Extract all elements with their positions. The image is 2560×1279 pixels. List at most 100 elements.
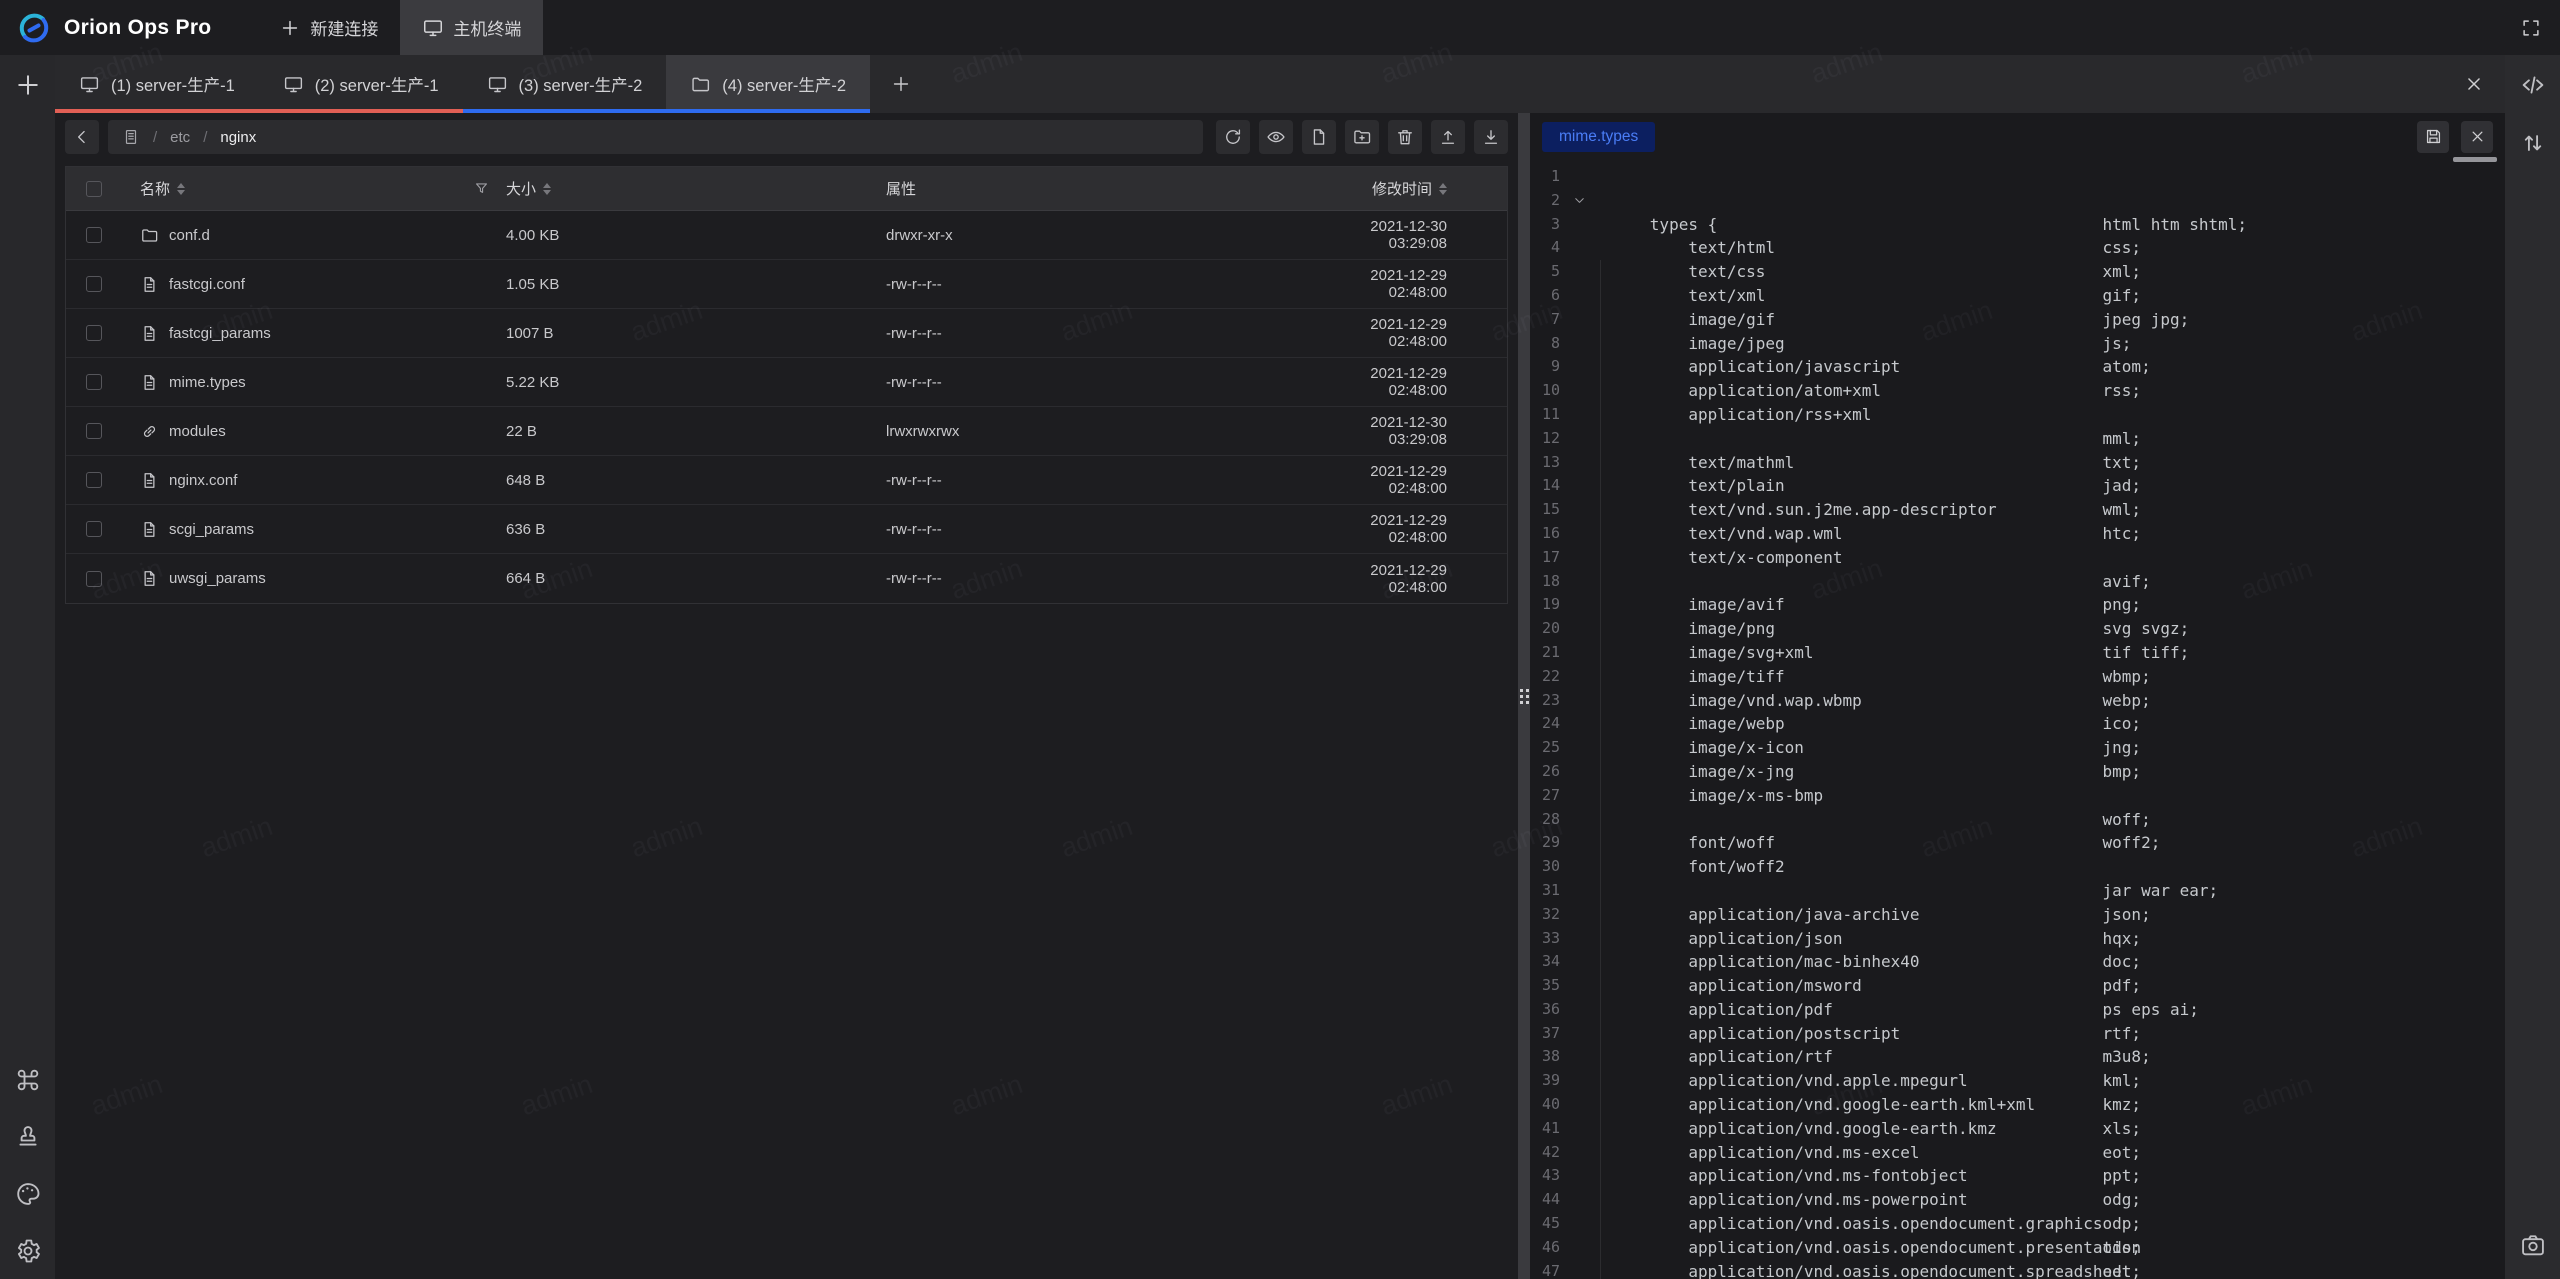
fold-toggle[interactable]	[1572, 1069, 1592, 1093]
editor-line[interactable]: 33 application/mac-binhex40 hqx;	[1530, 927, 2505, 951]
sort-carets-icon[interactable]	[543, 183, 551, 195]
editor-line[interactable]: 14 text/vnd.sun.j2me.app-descriptor jad;	[1530, 474, 2505, 498]
palette-icon[interactable]	[14, 1180, 42, 1208]
editor-line[interactable]: 11	[1530, 403, 2505, 427]
editor-line[interactable]: 20 image/svg+xml svg svgz;	[1530, 617, 2505, 641]
row-checkbox[interactable]	[86, 227, 102, 243]
editor-line[interactable]: 27	[1530, 784, 2505, 808]
table-row[interactable]: fastcgi_params 1007 B -rw-r--r-- 2021-12…	[66, 309, 1507, 358]
editor-line[interactable]: 26 image/x-ms-bmp bmp;	[1530, 760, 2505, 784]
close-panel-button[interactable]	[2443, 55, 2505, 113]
breadcrumb-segment-etc[interactable]: etc	[170, 129, 190, 146]
editor-line[interactable]: 37 application/rtf rtf;	[1530, 1022, 2505, 1046]
editor-line[interactable]: 8 application/javascript js;	[1530, 332, 2505, 356]
fold-toggle[interactable]	[1572, 1093, 1592, 1117]
row-checkbox[interactable]	[86, 472, 102, 488]
fold-toggle[interactable]	[1572, 427, 1592, 451]
stamp-icon[interactable]	[14, 1123, 42, 1151]
sort-carets-icon[interactable]	[177, 183, 185, 195]
row-checkbox[interactable]	[86, 423, 102, 439]
filter-icon[interactable]	[473, 180, 490, 197]
table-row[interactable]: scgi_params 636 B -rw-r--r-- 2021-12-29 …	[66, 505, 1507, 554]
fold-toggle[interactable]	[1572, 665, 1592, 689]
fold-toggle[interactable]	[1572, 355, 1592, 379]
fold-toggle[interactable]	[1572, 641, 1592, 665]
plus-icon[interactable]	[13, 70, 43, 100]
editor-line[interactable]: 16 text/x-component htc;	[1530, 522, 2505, 546]
fold-toggle[interactable]	[1572, 974, 1592, 998]
editor-line[interactable]: 28 font/woff woff;	[1530, 808, 2505, 832]
menu-item-new-connection[interactable]: 新建连接	[257, 0, 400, 55]
editor-line[interactable]: 45 application/vnd.oasis.opendocument.pr…	[1530, 1212, 2505, 1236]
editor-line[interactable]: 36 application/postscript ps eps ai;	[1530, 998, 2505, 1022]
fold-toggle[interactable]	[1572, 1236, 1592, 1260]
editor-line[interactable]: 35 application/pdf pdf;	[1530, 974, 2505, 998]
file-name-cell[interactable]: uwsgi_params	[122, 569, 506, 588]
row-checkbox[interactable]	[86, 571, 102, 587]
fold-toggle[interactable]	[1572, 879, 1592, 903]
editor-line[interactable]: 13 text/plain txt;	[1530, 451, 2505, 475]
header-size[interactable]: 大小	[506, 178, 886, 199]
fold-toggle[interactable]	[1572, 403, 1592, 427]
fold-toggle[interactable]	[1572, 451, 1592, 475]
editor-line[interactable]: 22 image/vnd.wap.wbmp wbmp;	[1530, 665, 2505, 689]
fold-toggle[interactable]	[1572, 1212, 1592, 1236]
fold-toggle[interactable]	[1572, 1164, 1592, 1188]
editor-line[interactable]: 5 text/xml xml;	[1530, 260, 2505, 284]
editor-line[interactable]: 7 image/jpeg jpeg jpg;	[1530, 308, 2505, 332]
editor-line[interactable]: 17	[1530, 546, 2505, 570]
table-row[interactable]: nginx.conf 648 B -rw-r--r-- 2021-12-29 0…	[66, 456, 1507, 505]
close-editor-button[interactable]	[2461, 121, 2493, 153]
row-checkbox[interactable]	[86, 276, 102, 292]
editor-line[interactable]: 46 application/vnd.oasis.opendocument.sp…	[1530, 1236, 2505, 1260]
code-icon[interactable]	[2519, 71, 2547, 99]
editor-line[interactable]: 19 image/png png;	[1530, 593, 2505, 617]
fold-toggle[interactable]	[1572, 189, 1592, 213]
fold-toggle[interactable]	[1572, 950, 1592, 974]
file-name-cell[interactable]: mime.types	[122, 373, 506, 392]
table-row[interactable]: uwsgi_params 664 B -rw-r--r-- 2021-12-29…	[66, 554, 1507, 603]
gear-icon[interactable]	[14, 1237, 42, 1265]
session-tab[interactable]: (2) server-生产-1	[259, 55, 463, 113]
fold-toggle[interactable]	[1572, 927, 1592, 951]
editor-line[interactable]: 30	[1530, 855, 2505, 879]
editor-line[interactable]: 4 text/css css;	[1530, 236, 2505, 260]
fold-toggle[interactable]	[1572, 1260, 1592, 1279]
fold-toggle[interactable]	[1572, 689, 1592, 713]
breadcrumb[interactable]: / etc / nginx	[108, 120, 1203, 154]
fold-toggle[interactable]	[1572, 213, 1592, 237]
session-tab[interactable]: (1) server-生产-1	[55, 55, 259, 113]
back-button[interactable]	[65, 120, 99, 154]
fold-toggle[interactable]	[1572, 808, 1592, 832]
fold-toggle[interactable]	[1572, 498, 1592, 522]
editor-line[interactable]: 6 image/gif gif;	[1530, 284, 2505, 308]
editor-line[interactable]: 39 application/vnd.google-earth.kml+xml …	[1530, 1069, 2505, 1093]
fold-toggle[interactable]	[1572, 1045, 1592, 1069]
editor-line[interactable]: 32 application/json json;	[1530, 903, 2505, 927]
editor-line[interactable]: 29 font/woff2 woff2;	[1530, 831, 2505, 855]
editor-line[interactable]: 24 image/x-icon ico;	[1530, 712, 2505, 736]
editor-line[interactable]: 3 text/html html htm shtml;	[1530, 213, 2505, 237]
fold-toggle[interactable]	[1572, 784, 1592, 808]
upload-button[interactable]	[1431, 120, 1465, 154]
editor-file-tab[interactable]: mime.types	[1542, 122, 1655, 152]
file-name-cell[interactable]: conf.d	[122, 226, 506, 245]
fold-toggle[interactable]	[1572, 1117, 1592, 1141]
fold-toggle[interactable]	[1572, 760, 1592, 784]
file-name-cell[interactable]: scgi_params	[122, 520, 506, 539]
session-tab[interactable]: (3) server-生产-2	[463, 55, 667, 113]
fold-toggle[interactable]	[1572, 308, 1592, 332]
fold-toggle[interactable]	[1572, 1188, 1592, 1212]
file-name-cell[interactable]: modules	[122, 422, 506, 441]
trash-button[interactable]	[1388, 120, 1422, 154]
new-file-button[interactable]	[1302, 120, 1336, 154]
row-checkbox[interactable]	[86, 325, 102, 341]
fold-toggle[interactable]	[1572, 998, 1592, 1022]
table-row[interactable]: conf.d 4.00 KB drwxr-xr-x 2021-12-30 03:…	[66, 211, 1507, 260]
fold-toggle[interactable]	[1572, 260, 1592, 284]
editor-line[interactable]: 15 text/vnd.wap.wml wml;	[1530, 498, 2505, 522]
fold-toggle[interactable]	[1572, 284, 1592, 308]
editor-line[interactable]: 42 application/vnd.ms-fontobject eot;	[1530, 1141, 2505, 1165]
editor-line[interactable]: 34 application/msword doc;	[1530, 950, 2505, 974]
row-checkbox[interactable]	[86, 374, 102, 390]
